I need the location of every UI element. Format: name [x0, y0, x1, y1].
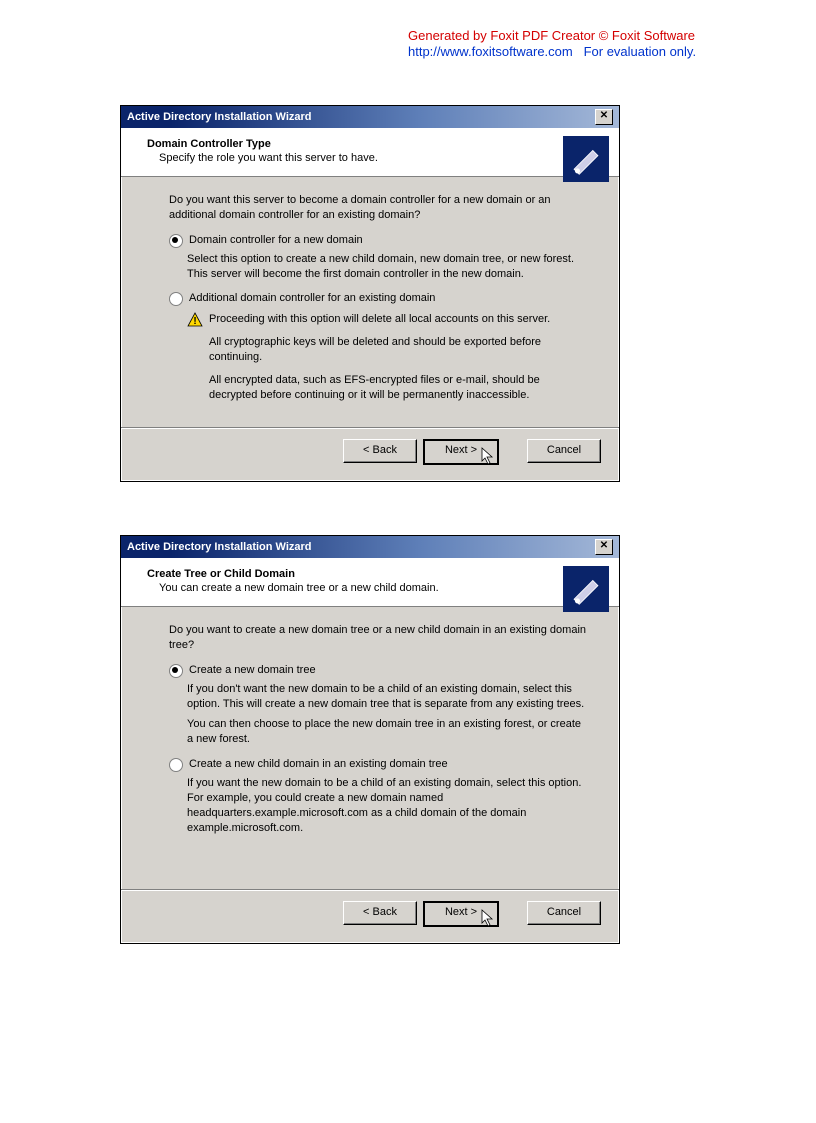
intro-text: Do you want this server to become a doma…: [169, 193, 589, 223]
next-button[interactable]: Next >: [423, 901, 499, 927]
close-button[interactable]: ✕: [595, 539, 613, 555]
watermark-line1: Generated by Foxit PDF Creator © Foxit S…: [408, 28, 696, 44]
warning-icon: !: [187, 312, 203, 327]
wizard-header: Create Tree or Child Domain You can crea…: [121, 558, 619, 607]
option-additional-controller[interactable]: Additional domain controller for an exis…: [169, 291, 589, 306]
wizard-body: Do you want this server to become a doma…: [121, 177, 619, 421]
option-label: Create a new domain tree: [189, 663, 316, 678]
titlebar: Active Directory Installation Wizard ✕: [121, 106, 619, 128]
button-row: < Back Next > Cancel: [121, 891, 619, 943]
titlebar: Active Directory Installation Wizard ✕: [121, 536, 619, 558]
svg-text:!: !: [193, 316, 196, 327]
option-new-domain[interactable]: Domain controller for a new domain: [169, 233, 589, 248]
next-button[interactable]: Next >: [423, 439, 499, 465]
header-title: Create Tree or Child Domain: [147, 568, 607, 580]
option-description-1: If you don't want the new domain to be a…: [187, 682, 589, 712]
warning-text-2: All cryptographic keys will be deleted a…: [209, 335, 589, 365]
back-button[interactable]: < Back: [343, 439, 417, 463]
wizard-header: Domain Controller Type Specify the role …: [121, 128, 619, 177]
option-description-2: You can then choose to place the new dom…: [187, 717, 589, 747]
wizard-body: Do you want to create a new domain tree …: [121, 607, 619, 883]
option-description: If you want the new domain to be a child…: [187, 776, 589, 835]
close-button[interactable]: ✕: [595, 109, 613, 125]
wizard-dialog-create-tree: Active Directory Installation Wizard ✕ C…: [120, 535, 620, 944]
radio-new-tree[interactable]: [169, 664, 183, 678]
header-title: Domain Controller Type: [147, 138, 607, 150]
watermark-url: http://www.foxitsoftware.com: [408, 44, 573, 59]
wizard-icon: [563, 566, 609, 612]
pdf-watermark: Generated by Foxit PDF Creator © Foxit S…: [408, 28, 696, 59]
titlebar-text: Active Directory Installation Wizard: [127, 111, 312, 123]
radio-additional-controller[interactable]: [169, 292, 183, 306]
warning-text-1: Proceeding with this option will delete …: [209, 312, 550, 327]
option-child-domain[interactable]: Create a new child domain in an existing…: [169, 757, 589, 772]
warning-text-3: All encrypted data, such as EFS-encrypte…: [209, 373, 589, 403]
wizard-dialog-domain-controller-type: Active Directory Installation Wizard ✕ D…: [120, 105, 620, 482]
option-new-tree[interactable]: Create a new domain tree: [169, 663, 589, 678]
warning-block: ! Proceeding with this option will delet…: [187, 312, 589, 402]
header-subtitle: You can create a new domain tree or a ne…: [147, 582, 607, 594]
option-description: Select this option to create a new child…: [187, 252, 589, 282]
button-row: < Back Next > Cancel: [121, 429, 619, 481]
radio-new-domain[interactable]: [169, 234, 183, 248]
cancel-button[interactable]: Cancel: [527, 901, 601, 925]
intro-text: Do you want to create a new domain tree …: [169, 623, 589, 653]
wizard-icon: [563, 136, 609, 182]
titlebar-text: Active Directory Installation Wizard: [127, 541, 312, 553]
header-subtitle: Specify the role you want this server to…: [147, 152, 607, 164]
option-label: Additional domain controller for an exis…: [189, 291, 435, 306]
radio-child-domain[interactable]: [169, 758, 183, 772]
option-label: Domain controller for a new domain: [189, 233, 363, 248]
option-label: Create a new child domain in an existing…: [189, 757, 448, 772]
cancel-button[interactable]: Cancel: [527, 439, 601, 463]
back-button[interactable]: < Back: [343, 901, 417, 925]
watermark-note: For evaluation only.: [584, 44, 697, 59]
